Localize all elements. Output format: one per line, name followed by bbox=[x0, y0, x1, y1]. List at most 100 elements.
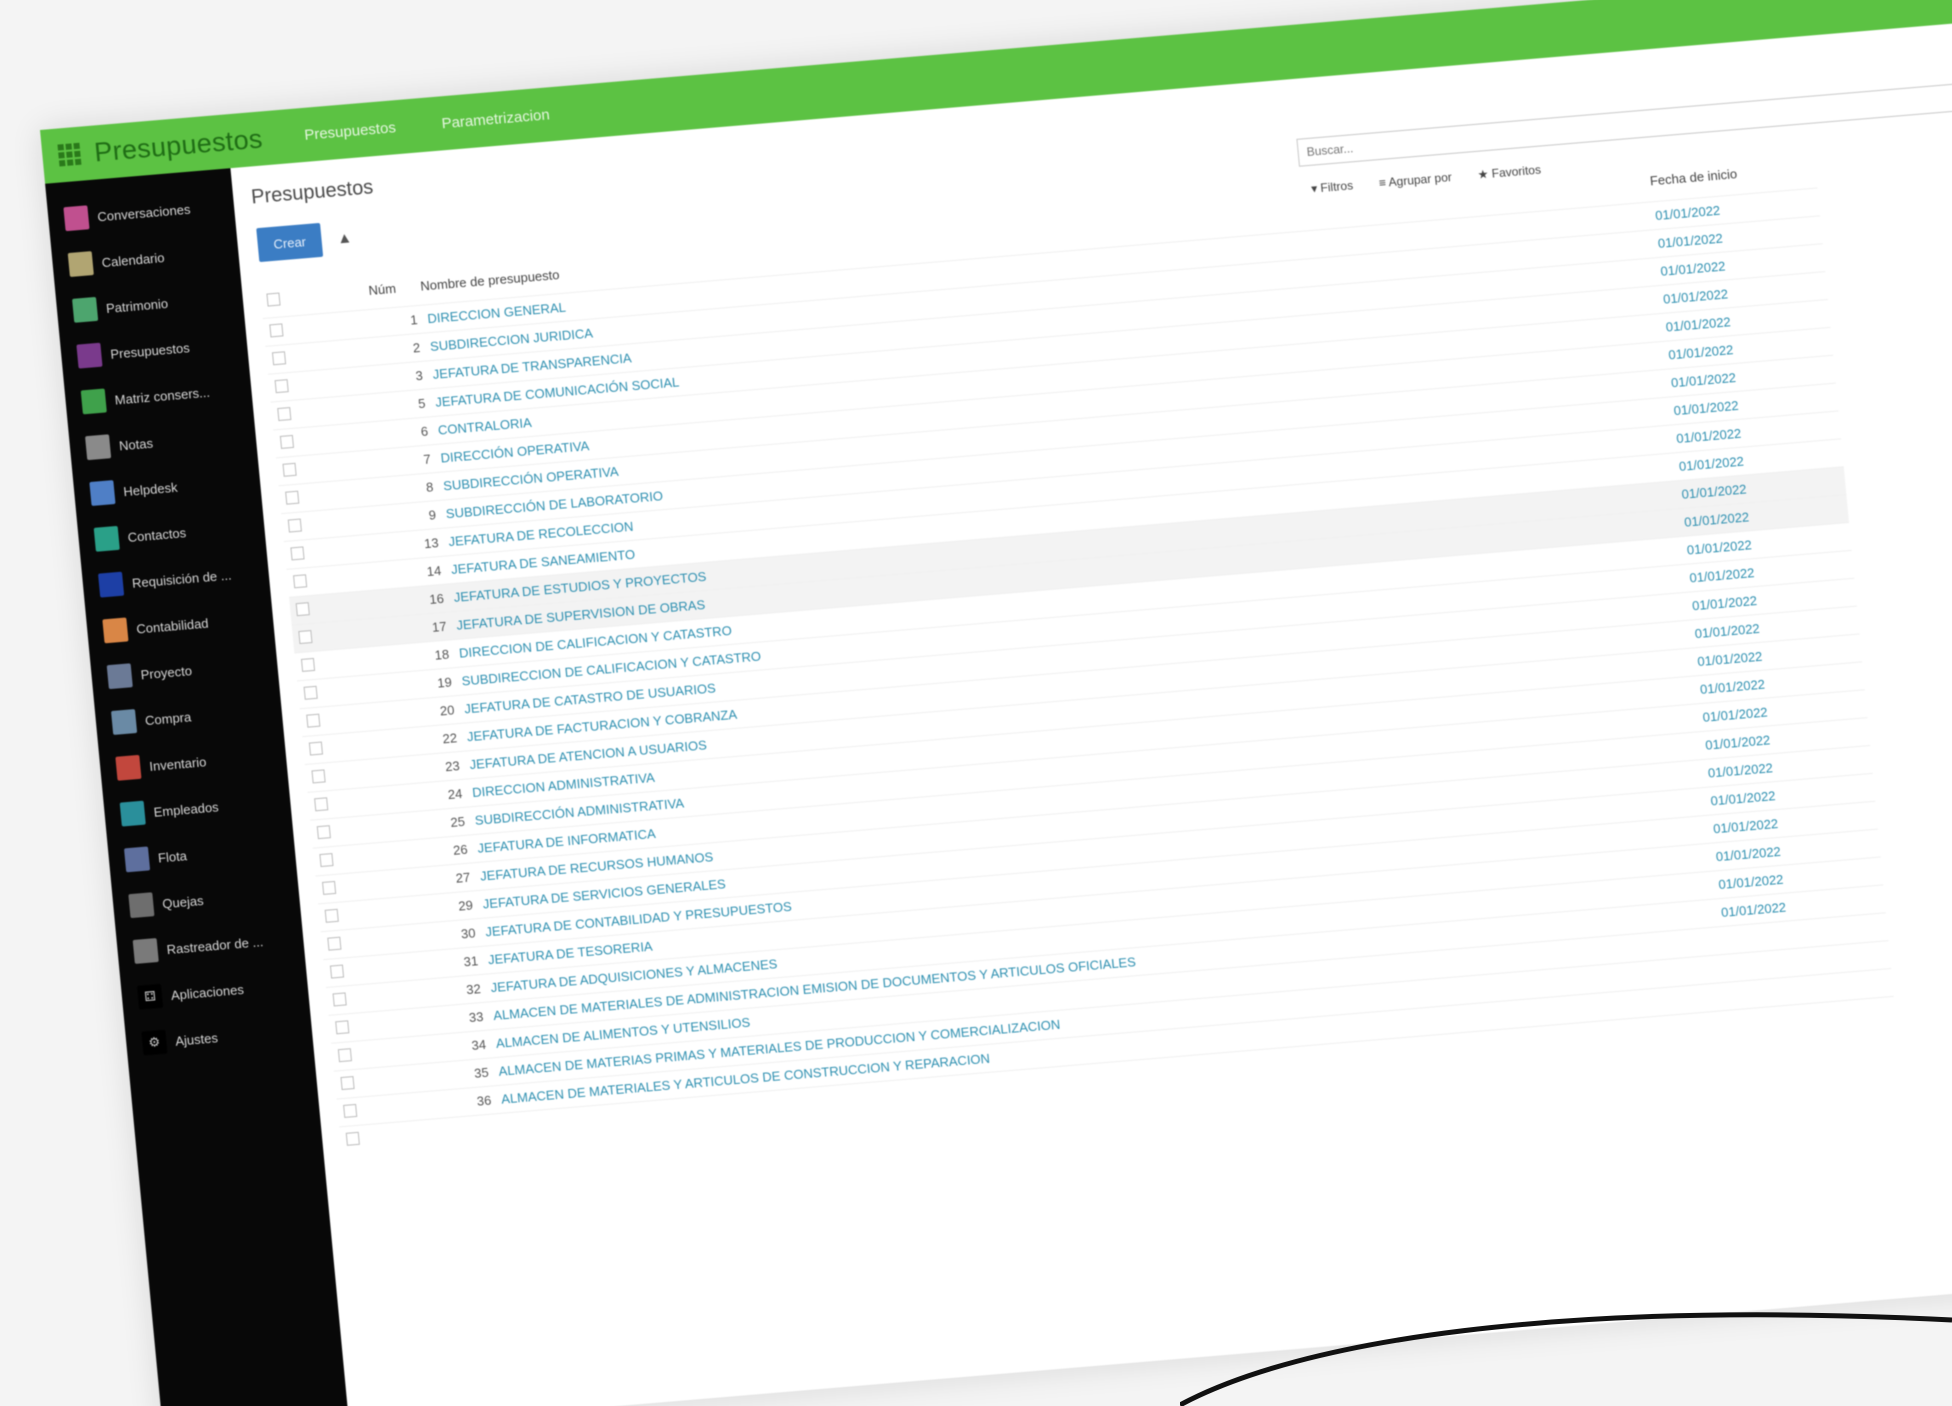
cell-start-date: 01/01/2022 bbox=[1686, 537, 1753, 558]
main-content: Presupuestos Crear ▲ ▾ Filtros ≡ Agrupar… bbox=[230, 18, 1952, 1406]
row-checkbox[interactable] bbox=[285, 490, 300, 505]
row-checkbox[interactable] bbox=[300, 657, 316, 672]
row-checkbox[interactable] bbox=[311, 769, 326, 784]
sidebar-item-label: Conversaciones bbox=[96, 201, 191, 224]
download-icon[interactable]: ▲ bbox=[327, 219, 362, 257]
filters-dropdown[interactable]: ▾ Filtros bbox=[1311, 178, 1354, 195]
row-checkbox[interactable] bbox=[303, 685, 318, 700]
employees-icon bbox=[119, 800, 146, 827]
row-checkbox[interactable] bbox=[287, 518, 302, 533]
cell-start-date: 01/01/2022 bbox=[1678, 453, 1745, 474]
requisition-icon bbox=[98, 571, 125, 598]
row-checkbox[interactable] bbox=[343, 1103, 358, 1118]
budget-table-body: 1 DIRECCION GENERAL 01/01/2022 2 SUBDIRECCIO… bbox=[262, 187, 1897, 1155]
search-input[interactable] bbox=[1296, 78, 1952, 167]
sidebar-item-label: Compra bbox=[144, 708, 192, 728]
row-checkbox[interactable] bbox=[319, 853, 334, 868]
cell-start-date: 01/01/2022 bbox=[1659, 258, 1727, 279]
cell-num: 29 bbox=[457, 897, 474, 914]
cell-start-date: 01/01/2022 bbox=[1699, 676, 1766, 697]
row-checkbox[interactable] bbox=[316, 825, 331, 840]
inventory-icon bbox=[115, 754, 142, 781]
settings-icon: ⚙ bbox=[141, 1029, 168, 1056]
row-checkbox[interactable] bbox=[269, 323, 284, 338]
tracker-icon bbox=[132, 938, 159, 964]
cell-num: 25 bbox=[449, 813, 466, 831]
cell-num: 23 bbox=[444, 758, 461, 775]
cell-start-date: 01/01/2022 bbox=[1654, 202, 1721, 224]
cell-num: 33 bbox=[468, 1008, 485, 1026]
row-checkbox[interactable] bbox=[308, 741, 324, 756]
sidebar-item-label: Patrimonio bbox=[105, 295, 169, 316]
row-checkbox[interactable] bbox=[277, 407, 292, 422]
select-all-checkbox[interactable] bbox=[266, 292, 281, 307]
photo-stage: Presupuestos Presupuestos Parametrizacio… bbox=[0, 0, 1952, 1406]
row-checkbox[interactable] bbox=[306, 713, 321, 728]
sidebar-item-label: Notas bbox=[118, 435, 154, 453]
chat-icon bbox=[63, 205, 90, 232]
budget-icon bbox=[76, 342, 103, 369]
row-checkbox[interactable] bbox=[340, 1076, 355, 1091]
row-checkbox[interactable] bbox=[345, 1131, 360, 1146]
row-checkbox[interactable] bbox=[329, 964, 345, 979]
row-checkbox[interactable] bbox=[314, 797, 329, 812]
desk-edge-line bbox=[1180, 1312, 1952, 1406]
row-checkbox[interactable] bbox=[327, 936, 342, 951]
row-checkbox[interactable] bbox=[282, 462, 297, 477]
cell-start-date: 01/01/2022 bbox=[1665, 314, 1732, 335]
calendar-icon bbox=[67, 251, 94, 277]
column-header-name[interactable]: Nombre de presupuesto bbox=[420, 267, 560, 294]
sidebar-item-label: Quejas bbox=[161, 892, 205, 911]
row-checkbox[interactable] bbox=[298, 630, 313, 645]
matrix-icon bbox=[80, 388, 107, 415]
cell-start-date: 01/01/2022 bbox=[1720, 899, 1787, 920]
cell-start-date: 01/01/2022 bbox=[1675, 425, 1742, 447]
row-checkbox[interactable] bbox=[293, 574, 308, 589]
cell-start-date: 01/01/2022 bbox=[1657, 230, 1724, 251]
cell-num: 8 bbox=[425, 479, 435, 495]
column-header-date[interactable]: Fecha de inicio bbox=[1649, 166, 1738, 188]
cell-start-date: 01/01/2022 bbox=[1672, 397, 1740, 419]
cell-num: 6 bbox=[420, 423, 429, 440]
cell-num: 13 bbox=[423, 535, 440, 552]
sidebar-item-label: Inventario bbox=[148, 753, 207, 774]
row-checkbox[interactable] bbox=[335, 1020, 350, 1035]
cell-budget-name[interactable]: CONTRALORIA bbox=[437, 415, 532, 438]
cell-start-date: 01/01/2022 bbox=[1662, 286, 1729, 307]
sidebar-item-label: Empleados bbox=[152, 798, 220, 820]
row-checkbox[interactable] bbox=[274, 379, 289, 394]
complaints-icon bbox=[128, 892, 155, 919]
cell-num: 16 bbox=[428, 590, 445, 607]
cell-start-date: 01/01/2022 bbox=[1696, 648, 1763, 670]
sidebar-item-label: Flota bbox=[157, 847, 188, 866]
cell-num: 32 bbox=[465, 981, 482, 998]
row-checkbox[interactable] bbox=[332, 992, 347, 1007]
cell-start-date: 01/01/2022 bbox=[1691, 592, 1758, 614]
menu-presupuestos[interactable]: Presupuestos bbox=[304, 119, 397, 144]
cell-start-date: 01/01/2022 bbox=[1709, 788, 1777, 809]
create-button[interactable]: Crear bbox=[256, 222, 324, 263]
cell-start-date: 01/01/2022 bbox=[1683, 509, 1750, 530]
cell-num: 34 bbox=[470, 1036, 487, 1054]
row-checkbox[interactable] bbox=[279, 434, 295, 449]
cell-num: 7 bbox=[422, 451, 432, 468]
column-header-num[interactable]: Núm bbox=[368, 281, 397, 298]
row-checkbox[interactable] bbox=[271, 351, 287, 366]
apps-grid-icon[interactable] bbox=[57, 142, 82, 167]
row-checkbox[interactable] bbox=[337, 1048, 353, 1063]
row-checkbox[interactable] bbox=[295, 602, 310, 617]
cell-start-date: 01/01/2022 bbox=[1715, 843, 1782, 865]
cell-num: 30 bbox=[460, 925, 477, 942]
cell-start-date: 01/01/2022 bbox=[1712, 815, 1779, 837]
row-checkbox[interactable] bbox=[322, 880, 337, 895]
row-checkbox[interactable] bbox=[324, 908, 339, 923]
cell-num: 1 bbox=[409, 312, 419, 328]
fleet-icon bbox=[123, 846, 151, 873]
cell-num: 22 bbox=[441, 730, 458, 747]
cell-num: 14 bbox=[426, 562, 442, 580]
row-checkbox[interactable] bbox=[290, 546, 305, 561]
cell-num: 27 bbox=[455, 869, 471, 886]
monitor-screen: Presupuestos Presupuestos Parametrizacio… bbox=[40, 0, 1952, 1406]
sidebar-item-label: Calendario bbox=[101, 249, 166, 270]
menu-parametrizacion[interactable]: Parametrizacion bbox=[441, 106, 551, 132]
